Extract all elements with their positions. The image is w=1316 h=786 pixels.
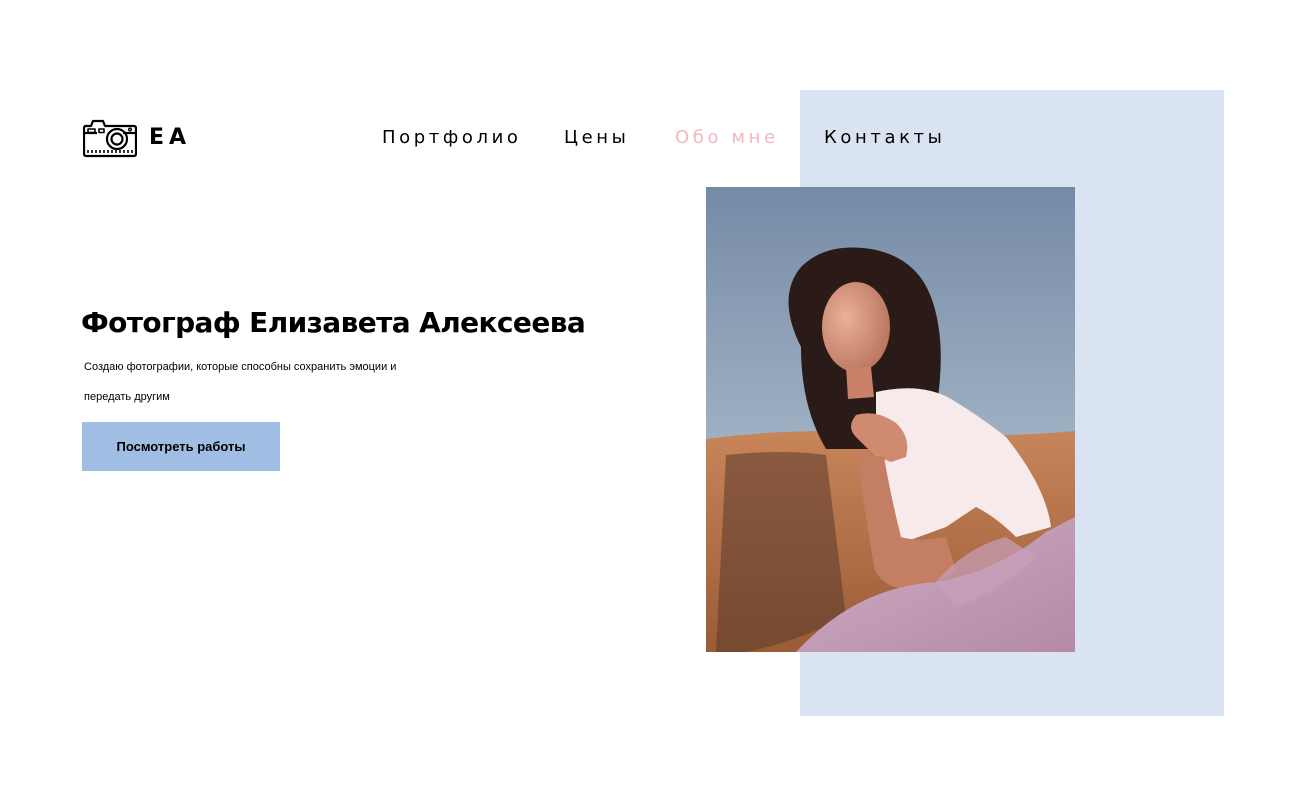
camera-icon: [83, 119, 137, 158]
hero-subtitle: Создаю фотографии, которые способны сохр…: [84, 361, 397, 403]
portrait-photo: [706, 187, 1075, 652]
view-works-button[interactable]: Посмотреть работы: [82, 422, 280, 471]
nav-item-prices[interactable]: Цены: [564, 124, 629, 152]
brand-initials: EA: [149, 125, 192, 150]
hero-title: Фотограф Елизавета Алексеева: [81, 306, 586, 339]
nav-item-contacts[interactable]: Контакты: [824, 124, 945, 152]
nav-item-about[interactable]: Обо мне: [675, 124, 779, 152]
nav-item-portfolio[interactable]: Портфолио: [382, 124, 521, 152]
logo[interactable]: EA: [83, 118, 191, 158]
